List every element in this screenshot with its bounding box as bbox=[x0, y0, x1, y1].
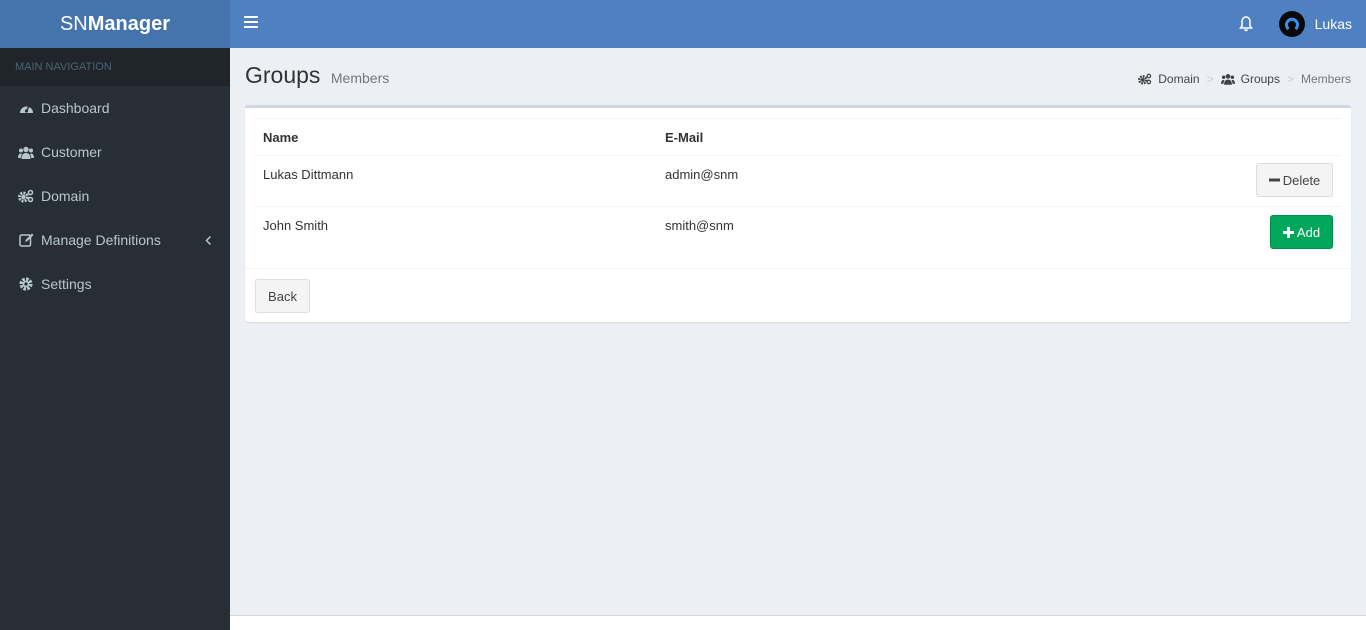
add-label: Add bbox=[1296, 224, 1321, 240]
sidebar-item-label: Manage Definitions bbox=[41, 232, 161, 248]
box-footer: Back bbox=[245, 268, 1351, 322]
chevron-left-icon bbox=[205, 233, 212, 249]
breadcrumb-separator: > bbox=[1206, 72, 1214, 86]
edit-icon bbox=[18, 232, 34, 248]
hamburger-icon-bar bbox=[244, 26, 258, 28]
user-name: Lukas bbox=[1314, 16, 1352, 32]
back-button[interactable]: Back bbox=[255, 279, 310, 313]
member-email: smith@snm bbox=[665, 218, 734, 233]
table-row: John Smith smith@snm Add bbox=[255, 206, 1341, 267]
delete-label: Delete bbox=[1282, 172, 1321, 188]
sidebar-item-dashboard[interactable]: Dashboard bbox=[0, 86, 230, 130]
hamburger-icon-bar bbox=[244, 21, 258, 23]
bell-icon bbox=[1239, 16, 1253, 32]
table-header-row: Name E-Mail bbox=[255, 118, 1341, 155]
sidebar-item-settings[interactable]: Settings bbox=[0, 262, 230, 306]
logo-suffix: Manager bbox=[87, 13, 171, 35]
users-icon bbox=[18, 144, 34, 160]
column-header-email: E-Mail bbox=[665, 130, 704, 145]
add-member-button[interactable]: Add bbox=[1270, 215, 1333, 249]
breadcrumb-separator: > bbox=[1286, 72, 1294, 86]
notifications-button[interactable] bbox=[1238, 15, 1254, 33]
minus-icon bbox=[1268, 178, 1280, 182]
breadcrumb-label: Groups bbox=[1240, 72, 1280, 86]
sidebar-toggle-button[interactable] bbox=[244, 16, 258, 30]
members-table: Name E-Mail Lukas Dittmann admin@snm Del… bbox=[255, 118, 1341, 267]
app-logo[interactable]: SNManager bbox=[0, 0, 230, 48]
sidebar-item-domain[interactable]: Domain bbox=[0, 174, 230, 218]
content-header: Groups Members Domain > Groups > Members bbox=[245, 62, 1351, 96]
sidebar-item-manage-definitions[interactable]: Manage Definitions bbox=[0, 218, 230, 262]
breadcrumb-label: Domain bbox=[1158, 72, 1200, 86]
user-menu[interactable]: Lukas bbox=[1278, 11, 1352, 37]
logo-prefix: SN bbox=[59, 13, 88, 35]
page-footer bbox=[230, 615, 1366, 630]
member-email: admin@snm bbox=[665, 167, 739, 182]
dashboard-icon bbox=[18, 100, 34, 116]
sidebar-item-label: Dashboard bbox=[41, 100, 110, 116]
sidebar-item-label: Domain bbox=[41, 188, 90, 204]
table-row: Lukas Dittmann admin@snm Delete bbox=[255, 155, 1341, 206]
cogs-icon bbox=[18, 188, 34, 204]
members-box: Name E-Mail Lukas Dittmann admin@snm Del… bbox=[245, 105, 1351, 322]
breadcrumb-groups[interactable]: Groups bbox=[1220, 72, 1280, 86]
cogs-icon bbox=[1138, 73, 1152, 85]
member-name: Lukas Dittmann bbox=[263, 167, 354, 182]
users-icon bbox=[1220, 74, 1235, 85]
page-subtitle: Members bbox=[330, 70, 390, 86]
sidebar-item-label: Customer bbox=[41, 144, 102, 160]
top-navbar: Lukas bbox=[230, 0, 1366, 48]
member-name: John Smith bbox=[263, 218, 329, 233]
delete-member-button[interactable]: Delete bbox=[1256, 163, 1333, 197]
page-title: Groups bbox=[245, 62, 321, 88]
gear-icon bbox=[18, 276, 34, 292]
sidebar-item-label: Settings bbox=[41, 276, 92, 292]
hamburger-icon bbox=[244, 16, 258, 18]
sidebar: MAIN NAVIGATION Dashboard Customer Domai… bbox=[0, 48, 230, 630]
sidebar-header: MAIN NAVIGATION bbox=[0, 48, 230, 86]
user-avatar-icon bbox=[1278, 11, 1305, 37]
column-header-name: Name bbox=[263, 130, 299, 145]
breadcrumb-members: Members bbox=[1300, 72, 1351, 86]
breadcrumb-domain[interactable]: Domain bbox=[1138, 72, 1200, 86]
breadcrumb: Domain > Groups > Members bbox=[1138, 72, 1351, 86]
plus-icon bbox=[1282, 226, 1294, 238]
sidebar-item-customer[interactable]: Customer bbox=[0, 130, 230, 174]
